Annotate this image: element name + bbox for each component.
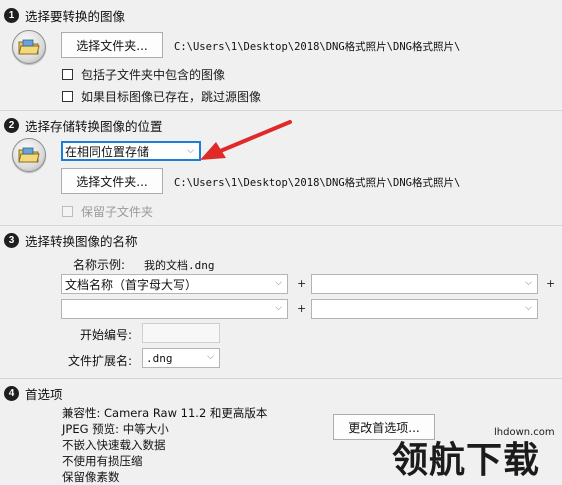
pref-lossy: 不使用有损压缩 <box>62 454 143 468</box>
section3-title: 选择转换图像的名称 <box>25 233 138 249</box>
chevron-down-icon: ⌵ <box>187 146 194 156</box>
name-field-2-select[interactable]: ⌵ <box>311 274 538 294</box>
select-folder-button-1[interactable]: 选择文件夹... <box>61 32 163 58</box>
name-example-label: 名称示例: <box>73 258 126 272</box>
section4-title: 首选项 <box>25 386 63 402</box>
name-field-4-select[interactable]: ⌵ <box>311 299 538 319</box>
divider <box>0 225 562 226</box>
step-number-2: 2 <box>4 117 19 133</box>
save-location-select[interactable]: 在相同位置存储 ⌵ <box>61 141 201 161</box>
preserve-subfolders-checkbox <box>62 206 73 217</box>
chevron-down-icon: ⌵ <box>275 278 282 288</box>
plus-sign: + <box>297 302 307 315</box>
name-field-1-select[interactable]: 文档名称（首字母大写） ⌵ <box>61 274 288 294</box>
extension-value: .dng <box>146 351 173 365</box>
change-preferences-button[interactable]: 更改首选项... <box>333 414 435 440</box>
section2-title: 选择存储转换图像的位置 <box>25 118 163 134</box>
step-number-4: 4 <box>4 385 19 401</box>
preserve-subfolders-label: 保留子文件夹 <box>81 205 154 219</box>
chevron-down-icon: ⌵ <box>525 303 532 313</box>
divider <box>0 110 562 111</box>
save-location-value: 在相同位置存储 <box>65 144 150 159</box>
pref-pixel-count: 保留像素数 <box>62 470 120 484</box>
pref-jpeg-preview: JPEG 预览: 中等大小 <box>62 422 169 436</box>
section1-title: 选择要转换的图像 <box>25 8 126 24</box>
extension-label: 文件扩展名: <box>68 354 133 368</box>
skip-existing-row[interactable]: 如果目标图像已存在，跳过源图像 <box>62 88 261 105</box>
extension-select[interactable]: .dng ⌵ <box>142 348 220 368</box>
preserve-subfolders-row: 保留子文件夹 <box>62 203 153 220</box>
watermark-logo: 领航下载 <box>392 440 541 481</box>
folder-icon <box>12 30 46 64</box>
divider <box>0 378 562 379</box>
section3-header: 3 选择转换图像的名称 <box>4 230 138 250</box>
chevron-down-icon: ⌵ <box>207 352 214 362</box>
pref-compatibility: 兼容性: Camera Raw 11.2 和更高版本 <box>62 406 268 420</box>
include-subfolders-label: 包括子文件夹中包含的图像 <box>81 68 226 82</box>
section1-header: 1 选择要转换的图像 <box>4 5 125 25</box>
step-number-1: 1 <box>4 7 19 23</box>
skip-existing-label: 如果目标图像已存在，跳过源图像 <box>81 90 262 104</box>
plus-sign: + <box>546 277 556 290</box>
skip-existing-checkbox[interactable] <box>62 91 73 102</box>
select-folder-button-2[interactable]: 选择文件夹... <box>61 168 163 194</box>
arrow-annotation-icon <box>200 120 292 160</box>
name-field-3-select[interactable]: ⌵ <box>61 299 288 319</box>
watermark-domain: lhdown.com <box>494 427 555 438</box>
plus-sign: + <box>297 277 307 290</box>
chevron-down-icon: ⌵ <box>525 278 532 288</box>
include-subfolders-row[interactable]: 包括子文件夹中包含的图像 <box>62 66 225 83</box>
start-number-label: 开始编号: <box>80 328 133 342</box>
chevron-down-icon: ⌵ <box>275 303 282 313</box>
folder-icon <box>12 138 46 172</box>
name-field-1-value: 文档名称（首字母大写） <box>65 277 198 292</box>
include-subfolders-checkbox[interactable] <box>62 69 73 80</box>
section4-header: 4 首选项 <box>4 383 63 403</box>
section2-header: 2 选择存储转换图像的位置 <box>4 115 163 135</box>
name-example-value: 我的文档.dng <box>144 259 215 272</box>
step-number-3: 3 <box>4 232 19 248</box>
destination-path: C:\Users\1\Desktop\2018\DNG格式照片\DNG格式照片\ <box>174 177 461 189</box>
source-path: C:\Users\1\Desktop\2018\DNG格式照片\DNG格式照片\ <box>174 41 461 53</box>
pref-fast-load: 不嵌入快速载入数据 <box>62 438 166 452</box>
start-number-input <box>142 323 220 343</box>
